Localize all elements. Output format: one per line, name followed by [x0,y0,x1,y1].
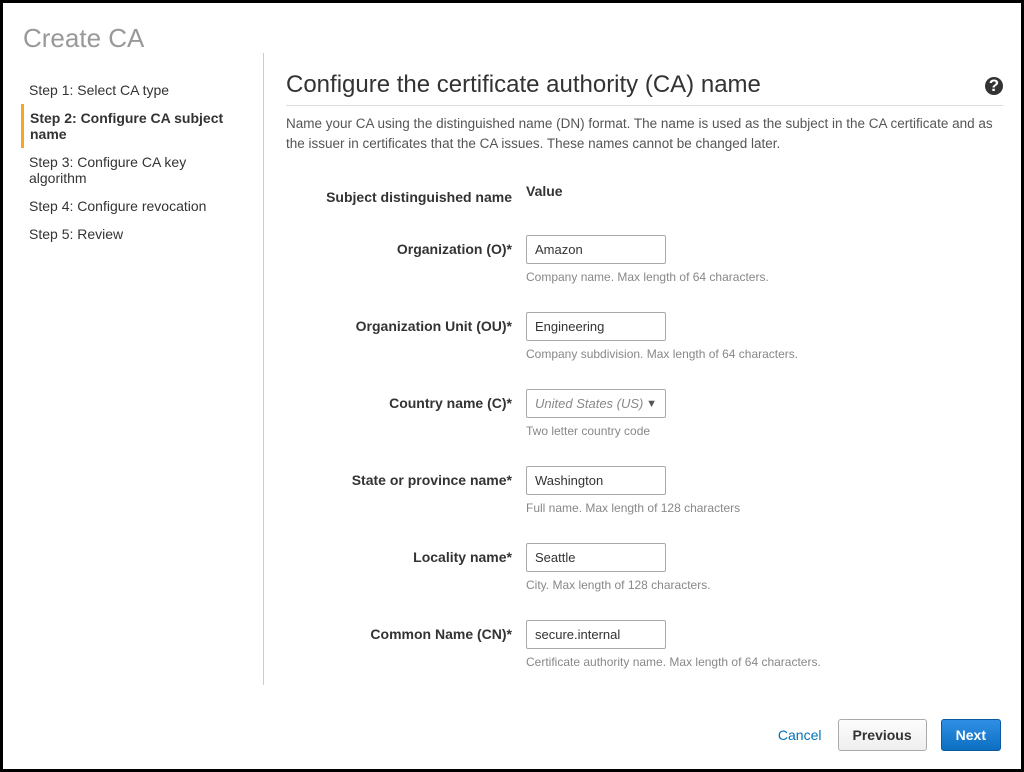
description: Name your CA using the distinguished nam… [286,114,1003,153]
locality-hint: City. Max length of 128 characters. [526,578,1003,592]
country-select[interactable]: United States (US) ▼ [526,389,666,418]
state-input[interactable] [526,466,666,495]
step-5[interactable]: Step 5: Review [21,220,251,248]
common-name-input[interactable] [526,620,666,649]
country-hint: Two letter country code [526,424,1003,438]
sidebar: Create CA Step 1: Select CA type Step 2:… [3,3,263,705]
org-unit-input[interactable] [526,312,666,341]
step-4[interactable]: Step 4: Configure revocation [21,192,251,220]
help-icon[interactable]: ? [985,77,1003,95]
country-label: Country name (C)* [286,389,526,438]
organization-hint: Company name. Max length of 64 character… [526,270,1003,284]
column-header-left: Subject distinguished name [286,183,526,205]
divider [286,105,1003,106]
next-button[interactable]: Next [941,719,1001,751]
main-panel: Configure the certificate authority (CA)… [263,53,1021,685]
main-heading: Configure the certificate authority (CA)… [286,71,761,99]
column-header-right: Value [526,183,1003,205]
org-unit-label: Organization Unit (OU)* [286,312,526,361]
footer: Cancel Previous Next [3,705,1021,769]
page-title: Create CA [23,23,251,54]
org-unit-hint: Company subdivision. Max length of 64 ch… [526,347,1003,361]
step-3[interactable]: Step 3: Configure CA key algorithm [21,148,251,192]
locality-input[interactable] [526,543,666,572]
previous-button[interactable]: Previous [838,719,927,751]
cancel-button[interactable]: Cancel [776,721,824,749]
state-hint: Full name. Max length of 128 characters [526,501,1003,515]
wizard-steps: Step 1: Select CA type Step 2: Configure… [21,76,251,248]
step-1[interactable]: Step 1: Select CA type [21,76,251,104]
chevron-down-icon: ▼ [646,398,657,410]
common-name-hint: Certificate authority name. Max length o… [526,655,1003,669]
common-name-label: Common Name (CN)* [286,620,526,669]
step-2[interactable]: Step 2: Configure CA subject name [21,104,251,148]
organization-label: Organization (O)* [286,235,526,284]
state-label: State or province name* [286,466,526,515]
country-selected: United States (US) [535,396,643,411]
organization-input[interactable] [526,235,666,264]
locality-label: Locality name* [286,543,526,592]
